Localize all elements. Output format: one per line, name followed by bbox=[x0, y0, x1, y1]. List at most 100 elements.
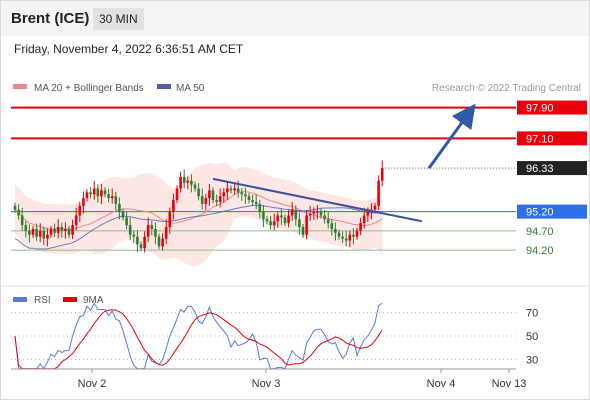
candle-body bbox=[348, 234, 352, 241]
rsi-ma-legend-swatch bbox=[63, 297, 77, 302]
candle-body bbox=[305, 215, 308, 235]
candle-body bbox=[49, 228, 53, 235]
candle-body bbox=[316, 211, 319, 213]
candle-body bbox=[272, 221, 276, 226]
candle-body bbox=[244, 194, 247, 197]
x-tick-label: Nov 13 bbox=[492, 378, 527, 390]
candle-body bbox=[31, 228, 35, 235]
candle-body bbox=[121, 211, 125, 218]
candle-body bbox=[262, 211, 265, 220]
candle-body bbox=[17, 209, 20, 216]
candle-body bbox=[193, 184, 197, 189]
candle-body bbox=[265, 219, 269, 222]
candle-body bbox=[226, 188, 229, 193]
candle-body bbox=[377, 180, 380, 206]
rsi-legend-swatch bbox=[13, 297, 27, 302]
ma20-legend-label: MA 20 + Bollinger Bands bbox=[34, 83, 144, 94]
chart-widget: Brent (ICE) 30 MIN Friday, November 4, 2… bbox=[0, 0, 590, 400]
candle-body bbox=[82, 198, 85, 206]
ma20-legend-swatch bbox=[13, 84, 27, 89]
candle-body bbox=[326, 219, 330, 224]
candle-body bbox=[172, 200, 175, 212]
price-legend: MA 20 + Bollinger Bands MA 50 Research ©… bbox=[13, 83, 581, 94]
candle-body bbox=[276, 215, 280, 222]
level-label-94-20: 94.20 bbox=[526, 245, 554, 257]
candle-body bbox=[211, 190, 215, 201]
candle-body bbox=[208, 190, 211, 199]
level-label-94-70: 94.70 bbox=[526, 226, 554, 238]
candle-body bbox=[352, 234, 355, 237]
candle-body bbox=[215, 200, 218, 202]
candle-body bbox=[254, 201, 258, 204]
candle-body bbox=[56, 227, 60, 233]
candle-body bbox=[161, 238, 164, 247]
candle-body bbox=[334, 228, 337, 233]
candle-body bbox=[143, 236, 146, 249]
rsi-tick-70: 70 bbox=[526, 308, 538, 320]
candle-body bbox=[136, 236, 139, 245]
candle-body bbox=[200, 196, 204, 204]
candle-body bbox=[164, 227, 168, 239]
candle-body bbox=[362, 215, 366, 224]
level-labels: 97.90 97.10 96.33 95.20 94.70 94.20 bbox=[517, 100, 587, 257]
level-label-97-10: 97.10 bbox=[526, 133, 554, 145]
candle-body bbox=[67, 228, 71, 235]
candle-body bbox=[319, 211, 323, 216]
candle-body bbox=[251, 200, 254, 202]
candle-body bbox=[218, 196, 222, 202]
candle-body bbox=[341, 236, 344, 239]
candle-body bbox=[247, 196, 251, 201]
rsi-tick-50: 50 bbox=[526, 331, 538, 343]
candle-body bbox=[157, 236, 161, 247]
candle-body bbox=[283, 217, 287, 224]
ma50-legend-label: MA 50 bbox=[176, 83, 205, 94]
candle-body bbox=[233, 188, 236, 191]
candle-body bbox=[46, 234, 49, 239]
candle-body bbox=[150, 225, 154, 229]
forecast-arrow bbox=[427, 103, 476, 169]
candle-body bbox=[373, 205, 377, 210]
candle-body bbox=[20, 215, 24, 226]
candle-body bbox=[96, 188, 100, 197]
copyright-text: Research © 2022 Trading Central bbox=[432, 83, 581, 94]
candle-body bbox=[330, 223, 334, 229]
candle-body bbox=[337, 232, 341, 237]
x-axis: Nov 2 Nov 3 Nov 4 Nov 13 bbox=[78, 369, 527, 390]
candle-body bbox=[85, 192, 89, 199]
candle-body bbox=[186, 180, 190, 183]
rsi-legend: RSI 9MA bbox=[13, 295, 104, 306]
candle-body bbox=[92, 188, 96, 195]
candle-body bbox=[71, 225, 74, 235]
candle-body bbox=[128, 225, 132, 235]
candle-body bbox=[60, 227, 64, 231]
candle-body bbox=[359, 223, 362, 231]
x-tick-label: Nov 3 bbox=[252, 378, 281, 390]
candle-body bbox=[190, 180, 193, 185]
candle-body bbox=[64, 228, 67, 231]
candle-body bbox=[110, 196, 114, 199]
candle-body bbox=[269, 221, 272, 226]
candle-body bbox=[100, 190, 103, 197]
candle-body bbox=[28, 230, 31, 235]
candle-body bbox=[114, 196, 118, 204]
candle-body bbox=[125, 217, 128, 226]
candle-body bbox=[139, 244, 143, 249]
candle-body bbox=[146, 225, 150, 237]
candle-body bbox=[290, 209, 294, 216]
candle-body bbox=[366, 211, 370, 216]
candle-body bbox=[308, 213, 312, 216]
candle-body bbox=[89, 192, 92, 195]
level-label-97-90: 97.90 bbox=[526, 103, 554, 115]
candle-body bbox=[103, 190, 107, 195]
candle-body bbox=[258, 203, 262, 212]
candle-body bbox=[229, 188, 233, 191]
x-tick-label: Nov 2 bbox=[78, 378, 107, 390]
candle-body bbox=[35, 228, 38, 237]
candle-body bbox=[107, 194, 110, 199]
candle-body bbox=[118, 203, 121, 212]
candle-body bbox=[42, 230, 46, 239]
candle-body bbox=[312, 211, 316, 214]
ma50-legend-swatch bbox=[157, 84, 171, 89]
level-label-96-33: 96.33 bbox=[526, 163, 554, 175]
candle-body bbox=[197, 188, 200, 197]
